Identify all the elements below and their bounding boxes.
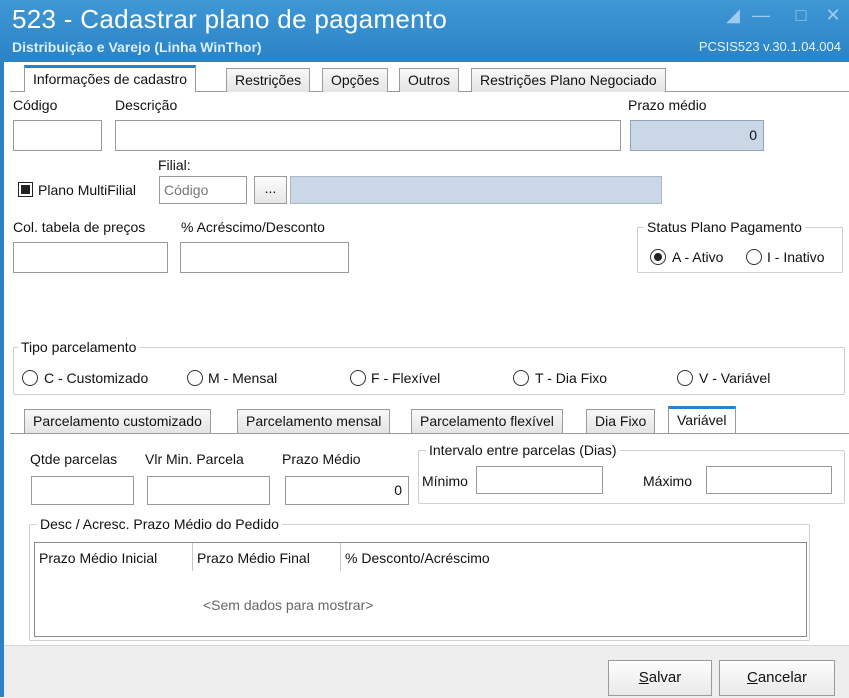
tab-outros[interactable]: Outros bbox=[399, 68, 460, 92]
filial-descricao-field bbox=[290, 176, 662, 204]
window-subtitle: Distribuição e Varejo (Linha WinThor) bbox=[12, 39, 262, 55]
tipo-dia-fixo-label: T - Dia Fixo bbox=[535, 370, 608, 386]
multifilial-checkbox[interactable] bbox=[18, 182, 33, 197]
prazo-medio-var-label: Prazo Médio bbox=[282, 451, 361, 467]
tab-restricoes-plano-negociado[interactable]: Restrições Plano Negociado bbox=[471, 68, 666, 92]
tab-parcelamento-mensal[interactable]: Parcelamento mensal bbox=[237, 409, 391, 433]
empty-grid-text: <Sem dados para mostrar> bbox=[203, 597, 374, 613]
version-label: PCSIS523 v.30.1.04.004 bbox=[698, 39, 841, 54]
tab-label: Opções bbox=[331, 72, 380, 88]
multifilial-label: Plano MultiFilial bbox=[38, 182, 137, 198]
bottom-tabs-baseline bbox=[10, 433, 849, 434]
tab-variavel[interactable]: Variável bbox=[668, 406, 736, 433]
prazo-medio-label: Prazo médio bbox=[628, 97, 707, 113]
codigo-label: Código bbox=[13, 97, 58, 113]
acrescimo-desconto-label: % Acréscimo/Desconto bbox=[181, 219, 325, 235]
col-header-prazo-final[interactable]: Prazo Médio Final bbox=[193, 543, 341, 571]
tab-label: Parcelamento mensal bbox=[246, 413, 382, 429]
tab-parcelamento-flexivel[interactable]: Parcelamento flexível bbox=[411, 409, 563, 433]
prazo-medio-input: 0 bbox=[630, 120, 764, 151]
cancelar-label: ancelar bbox=[757, 669, 808, 686]
filial-codigo-input[interactable]: Código bbox=[159, 176, 247, 204]
descricao-label: Descrição bbox=[115, 97, 178, 113]
tab-label: Restrições bbox=[235, 72, 302, 88]
filial-search-button[interactable]: ... bbox=[254, 176, 287, 204]
tipo-dia-fixo-radio[interactable] bbox=[513, 370, 529, 386]
qtde-parcelas-input[interactable] bbox=[31, 476, 134, 505]
tipo-parcelamento-title: Tipo parcelamento bbox=[18, 339, 140, 355]
minimize-icon[interactable]: — bbox=[750, 4, 772, 26]
codigo-input[interactable] bbox=[13, 120, 102, 151]
tab-dia-fixo[interactable]: Dia Fixo bbox=[586, 409, 656, 433]
filial-label: Filial: bbox=[158, 157, 191, 173]
tipo-mensal-radio[interactable] bbox=[187, 370, 203, 386]
status-ativo-radio[interactable] bbox=[650, 249, 666, 265]
vlr-min-parcela-label: Vlr Min. Parcela bbox=[145, 451, 244, 467]
tab-label: Dia Fixo bbox=[595, 413, 647, 429]
tab-label: Outros bbox=[408, 72, 451, 88]
cancelar-button[interactable]: Cancelar bbox=[719, 660, 835, 696]
close-icon[interactable]: ✕ bbox=[822, 4, 844, 26]
qtde-parcelas-label: Qtde parcelas bbox=[30, 451, 118, 467]
tab-label: Restrições Plano Negociado bbox=[480, 72, 657, 88]
tipo-variavel-radio[interactable] bbox=[677, 370, 693, 386]
tab-opcoes[interactable]: Opções bbox=[322, 68, 389, 92]
tab-informacoes-cadastro[interactable]: Informações de cadastro bbox=[24, 65, 197, 92]
col-header-prazo-inicial[interactable]: Prazo Médio Inicial bbox=[35, 543, 193, 571]
minimo-input[interactable] bbox=[476, 466, 603, 494]
maximize-icon[interactable]: □ bbox=[790, 4, 812, 26]
tab-label: Parcelamento customizado bbox=[33, 413, 202, 429]
cancelar-accesskey: C bbox=[746, 669, 758, 686]
tab-parcelamento-customizado[interactable]: Parcelamento customizado bbox=[24, 409, 211, 433]
vlr-min-parcela-input[interactable] bbox=[147, 476, 270, 505]
tipo-customizado-label: C - Customizado bbox=[44, 370, 149, 386]
status-inativo-label: I - Inativo bbox=[767, 249, 825, 265]
tab-restricoes[interactable]: Restrições bbox=[226, 68, 311, 92]
status-plano-title: Status Plano Pagamento bbox=[644, 219, 805, 235]
col-tabela-precos-input[interactable] bbox=[13, 242, 168, 273]
tipo-customizado-radio[interactable] bbox=[22, 370, 38, 386]
status-ativo-label: A - Ativo bbox=[672, 249, 724, 265]
col-tabela-precos-label: Col. tabela de preços bbox=[13, 219, 146, 235]
descricao-input[interactable] bbox=[115, 120, 621, 151]
intervalo-parcelas-title: Intervalo entre parcelas (Dias) bbox=[426, 442, 620, 458]
salvar-button[interactable]: Salvar bbox=[608, 660, 712, 696]
status-inativo-radio[interactable] bbox=[746, 249, 762, 265]
restore-icon[interactable]: ◢ bbox=[722, 4, 744, 26]
tab-label: Variável bbox=[677, 412, 727, 428]
desc-acresc-grid[interactable]: Prazo Médio Inicial Prazo Médio Final % … bbox=[34, 542, 807, 637]
tipo-variavel-label: V - Variável bbox=[699, 370, 771, 386]
window-title: 523 - Cadastrar plano de pagamento bbox=[12, 4, 448, 34]
salvar-accesskey: S bbox=[638, 669, 649, 686]
tab-label: Informações de cadastro bbox=[33, 71, 188, 87]
tipo-mensal-label: M - Mensal bbox=[208, 370, 278, 386]
minimo-label: Mínimo bbox=[422, 473, 468, 489]
maximo-input[interactable] bbox=[706, 466, 832, 494]
acrescimo-desconto-input[interactable] bbox=[180, 242, 349, 273]
salvar-label: alvar bbox=[648, 669, 682, 686]
tipo-flexivel-label: F - Flexível bbox=[371, 370, 441, 386]
maximo-label: Máximo bbox=[643, 473, 693, 489]
col-header-desconto-acrescimo[interactable]: % Desconto/Acréscimo bbox=[341, 543, 541, 571]
tipo-flexivel-radio[interactable] bbox=[350, 370, 366, 386]
desc-acresc-title: Desc / Acresc. Prazo Médio do Pedido bbox=[37, 516, 282, 532]
title-bar: 523 - Cadastrar plano de pagamento Distr… bbox=[0, 0, 849, 62]
tab-label: Parcelamento flexível bbox=[420, 413, 554, 429]
prazo-medio-var-input[interactable]: 0 bbox=[285, 476, 409, 505]
